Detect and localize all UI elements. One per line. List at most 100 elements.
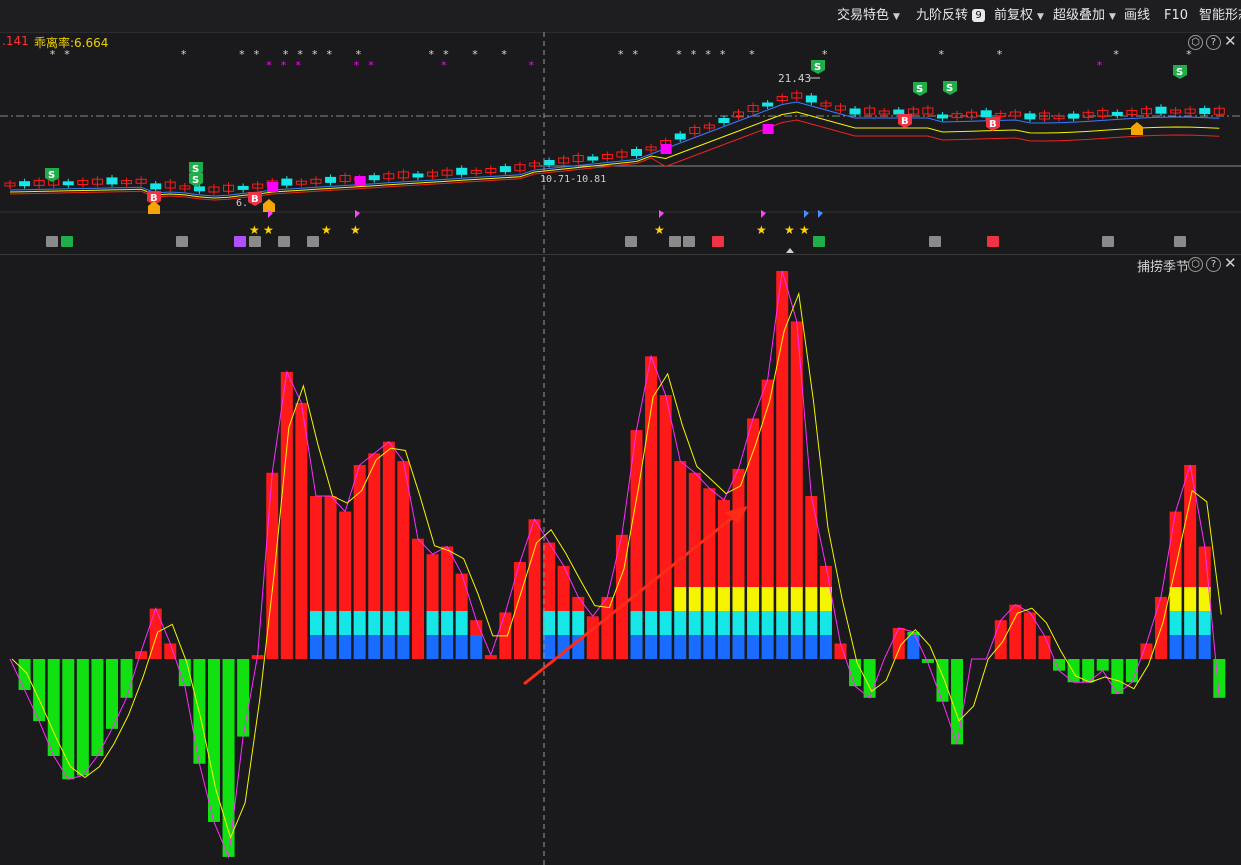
histogram-bar — [557, 565, 570, 611]
star-icon: ★ — [350, 223, 361, 237]
histogram-band — [309, 635, 322, 659]
candle-body — [499, 166, 511, 173]
histogram-bar — [455, 573, 468, 611]
collapse-triangle-icon — [786, 248, 794, 253]
candle-body — [718, 118, 730, 123]
trade-feature-label: 交易特色 — [837, 8, 890, 23]
histogram-band — [1198, 635, 1211, 659]
histogram-band — [1169, 635, 1182, 659]
histogram-band — [324, 635, 337, 659]
caret-down-icon: ▼ — [1109, 12, 1116, 22]
draw-line-button[interactable]: 画线 — [1124, 0, 1150, 32]
histogram-bar — [659, 395, 672, 611]
price-chart[interactable]: * * * * * * * * * * * * * * * * * * * * * * * * * ** * * * * * * *SSSSS S… — [0, 32, 1241, 254]
asterisk-marker: * — [429, 48, 435, 61]
asterisk-marker: * — [676, 48, 682, 61]
magenta-marker: * — [368, 59, 374, 72]
histogram-band — [426, 635, 439, 659]
cut-price-label: 6. — [236, 198, 248, 209]
badge-letter: B — [251, 194, 259, 205]
badge-letter: S — [814, 62, 821, 73]
star-icon: ★ — [249, 223, 260, 237]
candle-body — [1199, 108, 1211, 115]
pre-adjust-label: 前复权 — [994, 8, 1034, 23]
histogram-bar — [688, 472, 701, 587]
histogram-bar — [1184, 465, 1197, 587]
histogram-band — [309, 611, 322, 635]
histogram-band — [1184, 611, 1197, 635]
histogram-bar — [761, 379, 774, 587]
asterisk-marker: * — [633, 48, 639, 61]
super-overlay-menu[interactable]: 超级叠加 ▼ — [1053, 0, 1116, 32]
asterisk-marker: * — [254, 48, 260, 61]
histogram-bar — [1111, 659, 1124, 694]
histogram-band — [674, 587, 687, 611]
histogram-bar — [105, 659, 118, 729]
histogram-bar — [1096, 659, 1109, 671]
histogram-band — [382, 611, 395, 635]
pre-adjust-menu[interactable]: 前复权 ▼ — [994, 0, 1044, 32]
histogram-bar — [309, 496, 322, 611]
candle-body — [19, 181, 31, 187]
histogram-band — [688, 611, 701, 635]
histogram-bar — [572, 596, 585, 611]
histogram-bar — [805, 496, 818, 587]
histogram-band — [339, 611, 352, 635]
histogram-band — [353, 635, 366, 659]
histogram-band — [717, 611, 730, 635]
histogram-bar — [295, 402, 308, 659]
histogram-band — [717, 635, 730, 659]
orange-up-arrow-icon — [263, 199, 275, 212]
candle-body — [543, 160, 555, 165]
histogram-band — [339, 635, 352, 659]
star-icon: ★ — [263, 223, 274, 237]
histogram-bar — [1038, 635, 1051, 659]
histogram-band — [557, 611, 570, 635]
asterisk-marker: * — [749, 48, 755, 61]
histogram-bar — [76, 659, 89, 776]
histogram-bar — [1213, 659, 1226, 698]
histogram-band — [761, 587, 774, 611]
magenta-marker: * — [441, 59, 447, 72]
indicator-chart[interactable] — [0, 254, 1241, 865]
candle-body — [1111, 111, 1123, 116]
histogram-band — [441, 635, 454, 659]
histogram-band — [1184, 635, 1197, 659]
candle-body — [412, 173, 424, 178]
histogram-band — [397, 611, 410, 635]
histogram-band — [630, 611, 643, 635]
highlight-candle — [660, 144, 672, 154]
high-price-label: 21.43 — [778, 72, 811, 85]
histogram-bar — [237, 659, 250, 737]
histogram-band — [382, 635, 395, 659]
cursor-vertical-line — [543, 32, 545, 865]
smart-pattern-button[interactable]: 智能形态 — [1199, 0, 1241, 32]
moving-average-line — [9, 119, 1220, 201]
f10-button[interactable]: F10 — [1164, 0, 1188, 32]
nine-step-reversal-button[interactable]: 九阶反转 9 — [916, 0, 986, 32]
star-icon: ★ — [654, 223, 665, 237]
histogram-band — [805, 635, 818, 659]
asterisk-marker: * — [618, 48, 624, 61]
star-icon: ★ — [756, 223, 767, 237]
star-icon: ★ — [799, 223, 810, 237]
histogram-band — [1184, 587, 1197, 611]
histogram-bar — [120, 659, 133, 698]
histogram-band — [776, 635, 789, 659]
star-icon: ★ — [321, 223, 332, 237]
candle-body — [849, 108, 861, 115]
histogram-bar — [819, 565, 832, 587]
histogram-band — [703, 587, 716, 611]
candle-body — [106, 177, 118, 185]
flag-icon — [804, 210, 809, 218]
histogram-bar — [426, 554, 439, 611]
histogram-band — [645, 635, 658, 659]
asterisk-marker: * — [50, 48, 56, 61]
trade-feature-menu[interactable]: 交易特色 ▼ — [837, 0, 900, 32]
histogram-band — [790, 587, 803, 611]
histogram-bar — [280, 371, 293, 659]
badge-letter: S — [48, 170, 55, 181]
magenta-marker: * — [281, 59, 287, 72]
candle-body — [631, 149, 643, 156]
asterisk-marker: * — [181, 48, 187, 61]
